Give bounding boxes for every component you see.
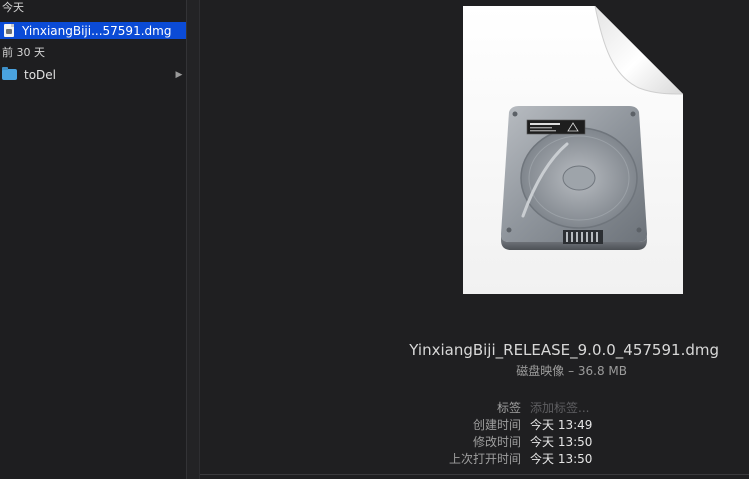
preview-file-kind: 磁盘映像 – 36.8 MB [516,364,627,378]
metadata-key: 修改时间 [472,435,521,449]
chevron-right-icon[interactable]: ▶ [174,70,184,80]
file-list-column[interactable]: 今天 YinxiangBiji...57591.dmg 前 30 天 toDel… [0,0,187,479]
file-row-dmg[interactable]: YinxiangBiji...57591.dmg [0,22,186,39]
document-icon [4,24,14,37]
metadata-row-last-opened: 上次打开时间 今天 13:50 [200,451,749,468]
metadata-key: 上次打开时间 [448,452,521,466]
preview-file-name[interactable]: YinxiangBiji_RELEASE_9.0.0_457591.dmg [200,341,749,359]
preview-divider [200,474,749,475]
metadata-row-created: 创建时间 今天 13:49 [200,417,749,434]
finder-window: 今天 YinxiangBiji...57591.dmg 前 30 天 toDel… [0,0,749,479]
metadata-key: 标签 [496,401,521,415]
metadata-key: 创建时间 [472,418,521,432]
folder-row-todel[interactable]: toDel ▶ [0,66,186,83]
metadata-value: 今天 13:50 [530,435,593,449]
disk-image-file-icon [463,6,683,294]
metadata-value: 今天 13:50 [530,452,593,466]
folder-icon [2,67,17,80]
metadata-row-modified: 修改时间 今天 13:50 [200,434,749,451]
section-header-today: 今天 [2,1,24,14]
metadata-value: 今天 13:49 [530,418,593,432]
add-tags-field[interactable]: 添加标签... [530,400,589,417]
folder-row-label: toDel [24,67,57,82]
section-header-last-30-days: 前 30 天 [2,46,45,59]
file-row-label: YinxiangBiji...57591.dmg [22,23,172,38]
metadata-row-tags: 标签 添加标签... [200,400,749,417]
column-resize-gutter[interactable] [187,0,200,479]
